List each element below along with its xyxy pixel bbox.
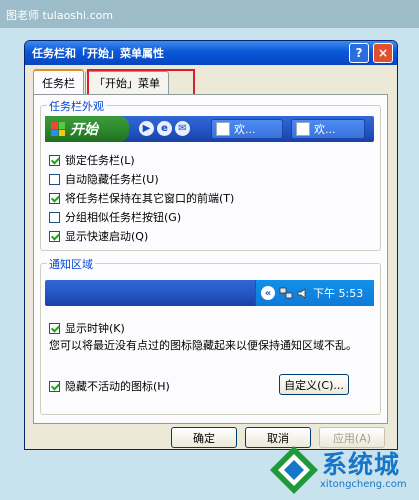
media-player-icon: ▶ <box>139 121 154 136</box>
notification-description: 您可以将最近没有点过的图标隐藏起来以便保持通知区域不乱。 <box>49 339 357 352</box>
option-auto-hide[interactable]: 自动隐藏任务栏(U) <box>49 171 159 187</box>
expand-tray-icon: « <box>261 286 275 300</box>
option-quick-launch[interactable]: 显示快速启动(Q) <box>49 228 148 244</box>
option-group-buttons[interactable]: 分组相似任务栏按钮(G) <box>49 209 181 225</box>
checkbox-lock-taskbar[interactable] <box>49 154 60 166</box>
checkbox-group-buttons[interactable] <box>49 211 60 223</box>
option-hide-inactive[interactable]: 隐藏不活动的图标(H) <box>49 378 170 394</box>
document-icon <box>296 122 310 136</box>
notification-preview: « 下午 5:53 <box>45 280 374 306</box>
checkbox-hide-inactive[interactable] <box>49 380 60 392</box>
option-show-clock[interactable]: 显示时钟(K) <box>49 320 125 336</box>
help-button[interactable]: ? <box>349 43 369 63</box>
windows-logo-icon <box>51 122 65 136</box>
close-button[interactable]: × <box>373 43 393 63</box>
group-title-notification-area: 通知区域 <box>47 256 95 272</box>
watermark-top: 图老师 tulaoshi.com <box>6 9 114 22</box>
notification-area-group: 通知区域 « 下午 5:53 显示时钟(K) 您可以将最近没有点过的图标隐藏起来… <box>40 256 381 415</box>
taskbar-appearance-group: 任务栏外观 开始 ▶ e ✉ 欢... 欢... 锁定任务栏(L) 自动隐藏任务… <box>40 98 381 251</box>
internet-explorer-icon: e <box>157 121 172 136</box>
checkbox-keep-on-top[interactable] <box>49 192 60 204</box>
watermark-bottom-url: xitongcheng.com <box>320 479 407 490</box>
customize-button[interactable]: 自定义(C)... <box>279 374 349 395</box>
preview-start-button: 开始 <box>45 116 129 142</box>
tray-clock: 下午 5:53 <box>313 287 364 300</box>
watermark-bottom-text: 系统城 <box>322 450 401 479</box>
volume-icon <box>296 287 310 300</box>
network-icon <box>279 287 293 300</box>
option-lock-taskbar[interactable]: 锁定任务栏(L) <box>49 152 135 168</box>
preview-start-label: 开始 <box>70 122 98 138</box>
preview-window-button-2: 欢... <box>291 119 365 139</box>
ok-button[interactable]: 确定 <box>171 427 237 448</box>
checkbox-show-clock[interactable] <box>49 322 60 334</box>
option-keep-on-top[interactable]: 将任务栏保持在其它窗口的前端(T) <box>49 190 234 206</box>
outlook-express-icon: ✉ <box>175 121 190 136</box>
group-title-taskbar-appearance: 任务栏外观 <box>47 98 106 114</box>
document-icon <box>216 122 230 136</box>
taskbar-preview: 开始 ▶ e ✉ 欢... 欢... <box>45 116 374 142</box>
window-title: 任务栏和「开始」菜单属性 <box>32 47 164 60</box>
taskbar-properties-dialog: 任务栏和「开始」菜单属性 ? × 任务栏 「开始」菜单 任务栏外观 开始 ▶ e… <box>24 40 398 450</box>
checkbox-auto-hide[interactable] <box>49 173 60 185</box>
tab-taskbar[interactable]: 任务栏 <box>33 69 84 94</box>
tab-panel: 任务栏外观 开始 ▶ e ✉ 欢... 欢... 锁定任务栏(L) 自动隐藏任务… <box>33 94 388 424</box>
system-tray-preview: « 下午 5:53 <box>255 280 374 306</box>
preview-window-button-1: 欢... <box>211 119 283 139</box>
checkbox-quick-launch[interactable] <box>49 230 60 242</box>
title-bar[interactable]: 任务栏和「开始」菜单属性 ? × <box>25 41 397 65</box>
